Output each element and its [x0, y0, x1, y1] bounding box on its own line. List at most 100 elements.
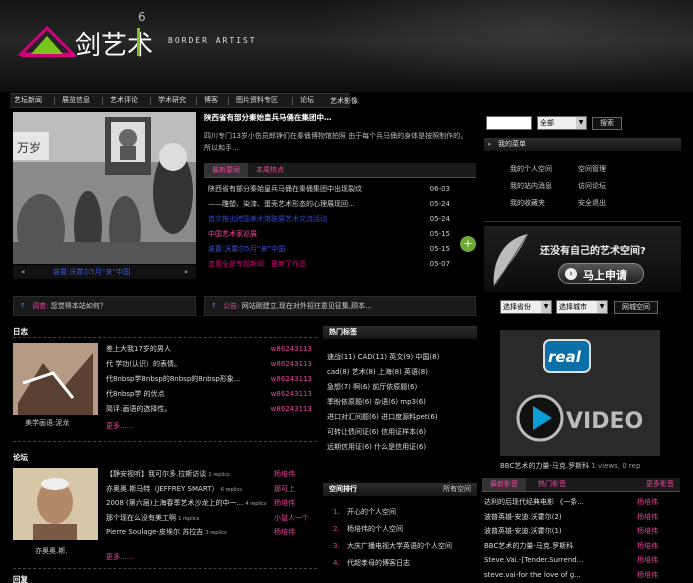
nav-item-forum[interactable]: 论坛	[300, 94, 314, 107]
news-title[interactable]: 陕西省有部分秦始皇兵马俑在秦俑集团中出现裂纹	[208, 183, 362, 196]
news-title[interactable]: 查看全部专题新闻：更新了作品	[208, 258, 306, 271]
forum-author[interactable]: 杨培伟	[274, 526, 295, 539]
tab-weekly-hot[interactable]: 本周热点	[256, 163, 284, 177]
blog-row: 简评:画语的选择性。 w86243113	[106, 403, 314, 416]
nav-item-news[interactable]: 艺坛新闻	[14, 94, 42, 107]
nav-item-video[interactable]: 艺术影像	[330, 95, 358, 108]
hot-tag-line[interactable]: cad(8) 艺术(8) 上海(8) 英语(8)	[327, 366, 477, 379]
search-scope-value: 全部	[540, 119, 554, 127]
news-title[interactable]: ——雕塑、染漆、蛋壳艺术形态的心理展现回...	[208, 198, 355, 211]
video-title[interactable]: BBC艺术的力量-马克.罗斯科	[484, 540, 632, 553]
forum-more-link[interactable]: 更多......	[106, 552, 133, 562]
menu-item[interactable]: 我的个人空间	[510, 163, 552, 176]
search-scope-select[interactable]: 全部 ▼	[537, 116, 587, 130]
blog-title[interactable]: 差上大我17岁的男人	[106, 343, 171, 356]
video-title[interactable]: Steve.Vai.-[Tender.Surrend...	[484, 554, 632, 567]
tab-latest-news[interactable]: 最新要闻	[204, 163, 248, 177]
blog-author[interactable]: w86243113	[271, 343, 312, 356]
news-title[interactable]: 首次推出跨国美术馆联展艺术交流活动	[208, 213, 327, 226]
news-date: 05-07	[429, 260, 450, 268]
feature-photo-image: 万岁	[13, 112, 196, 264]
video-author[interactable]: 杨培伟	[637, 569, 658, 582]
forum-title[interactable]: 【静安视听】我可尔多.拉斯访谈	[106, 470, 206, 478]
forum-title[interactable]: 那个现在么没有美工啊	[106, 514, 176, 522]
news-row: 查看全部专题新闻：更新了作品 05-07	[204, 258, 476, 271]
province-select[interactable]: 选择省份 ▼	[500, 300, 552, 314]
hot-tag-line[interactable]: 速战(11) CAD(11) 英文(9) 中国(8)	[327, 351, 477, 364]
video-title[interactable]: 波普英雄-安迪.沃霍尔(1)	[484, 525, 632, 538]
tab-latest-video[interactable]: 最新影音	[482, 478, 526, 491]
city-space-button[interactable]: 网城空间	[614, 301, 658, 314]
nav-item-images[interactable]: 图片资料专区	[236, 94, 278, 107]
forum-title[interactable]: 亦奥奥.斯马特（JEFFREY SMART）	[106, 485, 218, 493]
feature-photo-caption[interactable]: 装置:沃霍尔5月“来”中国	[53, 265, 130, 279]
space-name[interactable]: 代超孝母的博客日志	[347, 557, 410, 570]
blog-title[interactable]: 简评:画语的选择性。	[106, 403, 171, 416]
announcement-text[interactable]: 网站刚建立,现在对外招往意见征集,顾本...	[242, 302, 372, 310]
prev-arrow[interactable]: «	[21, 265, 25, 279]
blog-author[interactable]: w86243113	[271, 373, 312, 386]
blog-author[interactable]: w86243113	[271, 388, 312, 401]
hot-tag-line[interactable]: 进口对汇间题(6) 进口度源料pet(6)	[327, 411, 477, 424]
city-select[interactable]: 选择城市 ▼	[556, 300, 608, 314]
blog-thumb-caption: 美学画语:泥龙	[25, 419, 70, 427]
nav-item-reviews[interactable]: 艺术评论	[110, 94, 138, 107]
news-title[interactable]: 中国艺术家巡展	[208, 228, 257, 241]
menu-item[interactable]: 我的站内消息	[510, 180, 552, 193]
all-spaces-link[interactable]: 所有空间	[443, 483, 471, 496]
menu-item[interactable]: 访问论坛	[578, 180, 606, 193]
nav-item-research[interactable]: 学术研究	[158, 94, 186, 107]
forum-row: 亦奥奥.斯马特（JEFFREY SMART） 6 replics 那可上	[106, 483, 316, 496]
more-video-link[interactable]: 更多影音	[646, 478, 674, 491]
news-title[interactable]: 装置:沃霍尔5月“来”中国	[208, 243, 285, 256]
search-input[interactable]	[486, 116, 532, 130]
feature-photo[interactable]: 万岁	[13, 112, 196, 264]
video-caption[interactable]: BBC艺术的力量-马克.罗斯科	[500, 462, 589, 470]
nav-item-blog[interactable]: 博客	[204, 94, 218, 107]
blog-title[interactable]: 代8nbsp学 的优点	[106, 388, 165, 401]
blog-author[interactable]: w86243113	[271, 358, 312, 371]
add-icon[interactable]: +	[460, 236, 476, 252]
apply-now-button[interactable]: › 马上申请	[558, 263, 644, 284]
hot-tag-line[interactable]: 季盼依原题(6) 杂语(6) mp3(6)	[327, 396, 477, 409]
blog-title[interactable]: 代8nbsp学8nbsp的8nbsp的8nbsp形象...	[106, 373, 240, 386]
menu-item[interactable]: 空间管理	[578, 163, 606, 176]
menu-item[interactable]: 我的收藏夹	[510, 197, 545, 210]
search-button[interactable]: 搜索	[592, 117, 622, 130]
tab-hot-video[interactable]: 热门影音	[538, 478, 566, 491]
forum-author[interactable]: 那可上	[274, 483, 295, 496]
space-ranking-header: 空间排行 所有空间	[323, 483, 477, 496]
next-arrow[interactable]: »	[184, 265, 188, 279]
nav-item-exhibitions[interactable]: 展览信息	[62, 94, 90, 107]
video-author[interactable]: 杨培伟	[637, 511, 658, 524]
forum-title[interactable]: Pierre Soulage-皮埃尔 苏拉吉	[106, 528, 203, 536]
blog-row: 代 学功(认识）的表情。 w86243113	[106, 358, 314, 371]
hot-tag-line[interactable]: 急想(7) 啊(6) 前厅依原题(6)	[327, 381, 477, 394]
video-author[interactable]: 杨培伟	[637, 554, 658, 567]
forum-thumbnail[interactable]	[13, 468, 98, 540]
blog-title[interactable]: 代 学功(认识）的表情。	[106, 358, 181, 371]
video-author[interactable]: 杨培伟	[637, 496, 658, 509]
space-name[interactable]: 开心的个人空间	[347, 506, 396, 519]
blog-author[interactable]: w86243113	[271, 403, 312, 416]
hot-tag-line[interactable]: 可转让债间证(6) 信用证样本(6)	[327, 426, 477, 439]
video-player[interactable]: real VIDEO	[500, 330, 660, 456]
video-title[interactable]: 达利的后现代经典电影 《一条...	[484, 496, 632, 509]
forum-author[interactable]: 小鼠人一个	[274, 512, 309, 525]
forum-author[interactable]: 杨培伟	[274, 497, 295, 510]
video-title[interactable]: steve.vai-for the love of g...	[484, 569, 632, 582]
menu-item[interactable]: 安全退出	[578, 197, 606, 210]
menu-row: 我的站内消息 访问论坛	[484, 180, 681, 193]
feature-headline[interactable]: 陕西省有部分秦始皇兵马俑在集团中…	[204, 112, 474, 126]
blog-thumbnail[interactable]	[13, 343, 98, 415]
video-title[interactable]: 波普英雄-安迪.沃霍尔(2)	[484, 511, 632, 524]
blog-more-link[interactable]: 更多......	[106, 421, 133, 431]
space-name[interactable]: 大庆广播电视大学英语的个人空间	[347, 540, 452, 553]
hot-tag-line[interactable]: 远期信用证(6) 什么是信用证(6)	[327, 441, 477, 454]
survey-link[interactable]: 您觉得本站如何？	[51, 302, 107, 310]
video-author[interactable]: 杨培伟	[637, 540, 658, 553]
video-author[interactable]: 杨培伟	[637, 525, 658, 538]
space-name[interactable]: 杨培伟的个人空间	[347, 523, 403, 536]
forum-author[interactable]: 杨培伟	[274, 468, 295, 481]
forum-title[interactable]: 2008 (第六届)上海春季艺术沙龙上的中一...	[106, 499, 243, 507]
